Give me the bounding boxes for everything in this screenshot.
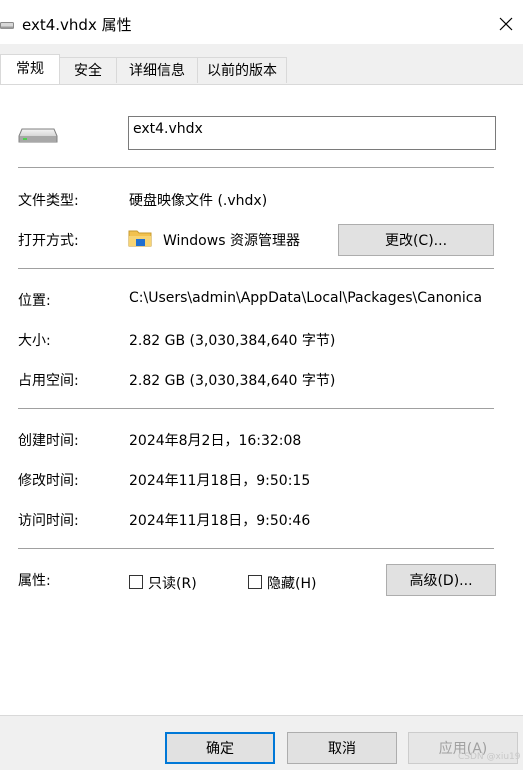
cancel-button[interactable]: 取消 bbox=[287, 732, 397, 764]
divider bbox=[18, 268, 494, 269]
readonly-checkbox[interactable] bbox=[129, 575, 143, 589]
close-icon bbox=[499, 17, 513, 31]
location-value: C:\Users\admin\AppData\Local\Packages\Ca… bbox=[129, 290, 483, 306]
created-value: 2024年8月2日，16:32:08 bbox=[129, 433, 302, 449]
accessed-label: 访问时间: bbox=[18, 513, 79, 529]
modified-label: 修改时间: bbox=[18, 473, 79, 489]
tab-general[interactable]: 常规 bbox=[0, 54, 60, 84]
general-panel: 文件类型: 硬盘映像文件 (.vhdx) 打开方式: Windows 资源管理器… bbox=[0, 84, 523, 716]
created-label: 创建时间: bbox=[18, 433, 79, 449]
location-label: 位置: bbox=[18, 293, 51, 309]
attributes-label: 属性: bbox=[18, 573, 51, 589]
drive-icon bbox=[0, 18, 14, 29]
divider bbox=[18, 167, 494, 168]
close-button[interactable] bbox=[496, 14, 516, 34]
opens-with-label: 打开方式: bbox=[18, 233, 79, 249]
size-label: 大小: bbox=[18, 333, 51, 349]
large-drive-icon bbox=[18, 123, 58, 145]
file-type-value: 硬盘映像文件 (.vhdx) bbox=[129, 193, 268, 209]
accessed-value: 2024年11月18日，9:50:46 bbox=[129, 513, 311, 529]
divider bbox=[18, 408, 494, 409]
watermark: CSDN @xiu19 bbox=[458, 752, 521, 762]
hidden-label[interactable]: 隐藏(H) bbox=[267, 573, 316, 593]
divider bbox=[18, 548, 494, 549]
title-bar: ext4.vhdx 属性 bbox=[0, 0, 523, 44]
tab-details[interactable]: 详细信息 bbox=[116, 57, 198, 83]
change-button[interactable]: 更改(C)... bbox=[338, 224, 494, 256]
tab-strip: 常规 安全 详细信息 以前的版本 bbox=[0, 54, 523, 85]
readonly-label[interactable]: 只读(R) bbox=[148, 573, 197, 593]
size-on-disk-value: 2.82 GB (3,030,384,640 字节) bbox=[129, 373, 336, 389]
size-on-disk-label: 占用空间: bbox=[18, 373, 79, 389]
window-title: ext4.vhdx 属性 bbox=[22, 16, 132, 34]
folder-icon bbox=[128, 228, 152, 248]
opens-with-value: Windows 资源管理器 bbox=[163, 233, 300, 249]
size-value: 2.82 GB (3,030,384,640 字节) bbox=[129, 333, 336, 349]
advanced-button[interactable]: 高级(D)... bbox=[386, 564, 496, 596]
ok-button[interactable]: 确定 bbox=[165, 732, 275, 764]
hidden-checkbox[interactable] bbox=[248, 575, 262, 589]
file-type-label: 文件类型: bbox=[18, 193, 79, 209]
tab-previous-versions[interactable]: 以前的版本 bbox=[197, 57, 287, 83]
file-name-input[interactable] bbox=[128, 116, 496, 150]
modified-value: 2024年11月18日，9:50:15 bbox=[129, 473, 311, 489]
tab-security[interactable]: 安全 bbox=[59, 57, 117, 83]
